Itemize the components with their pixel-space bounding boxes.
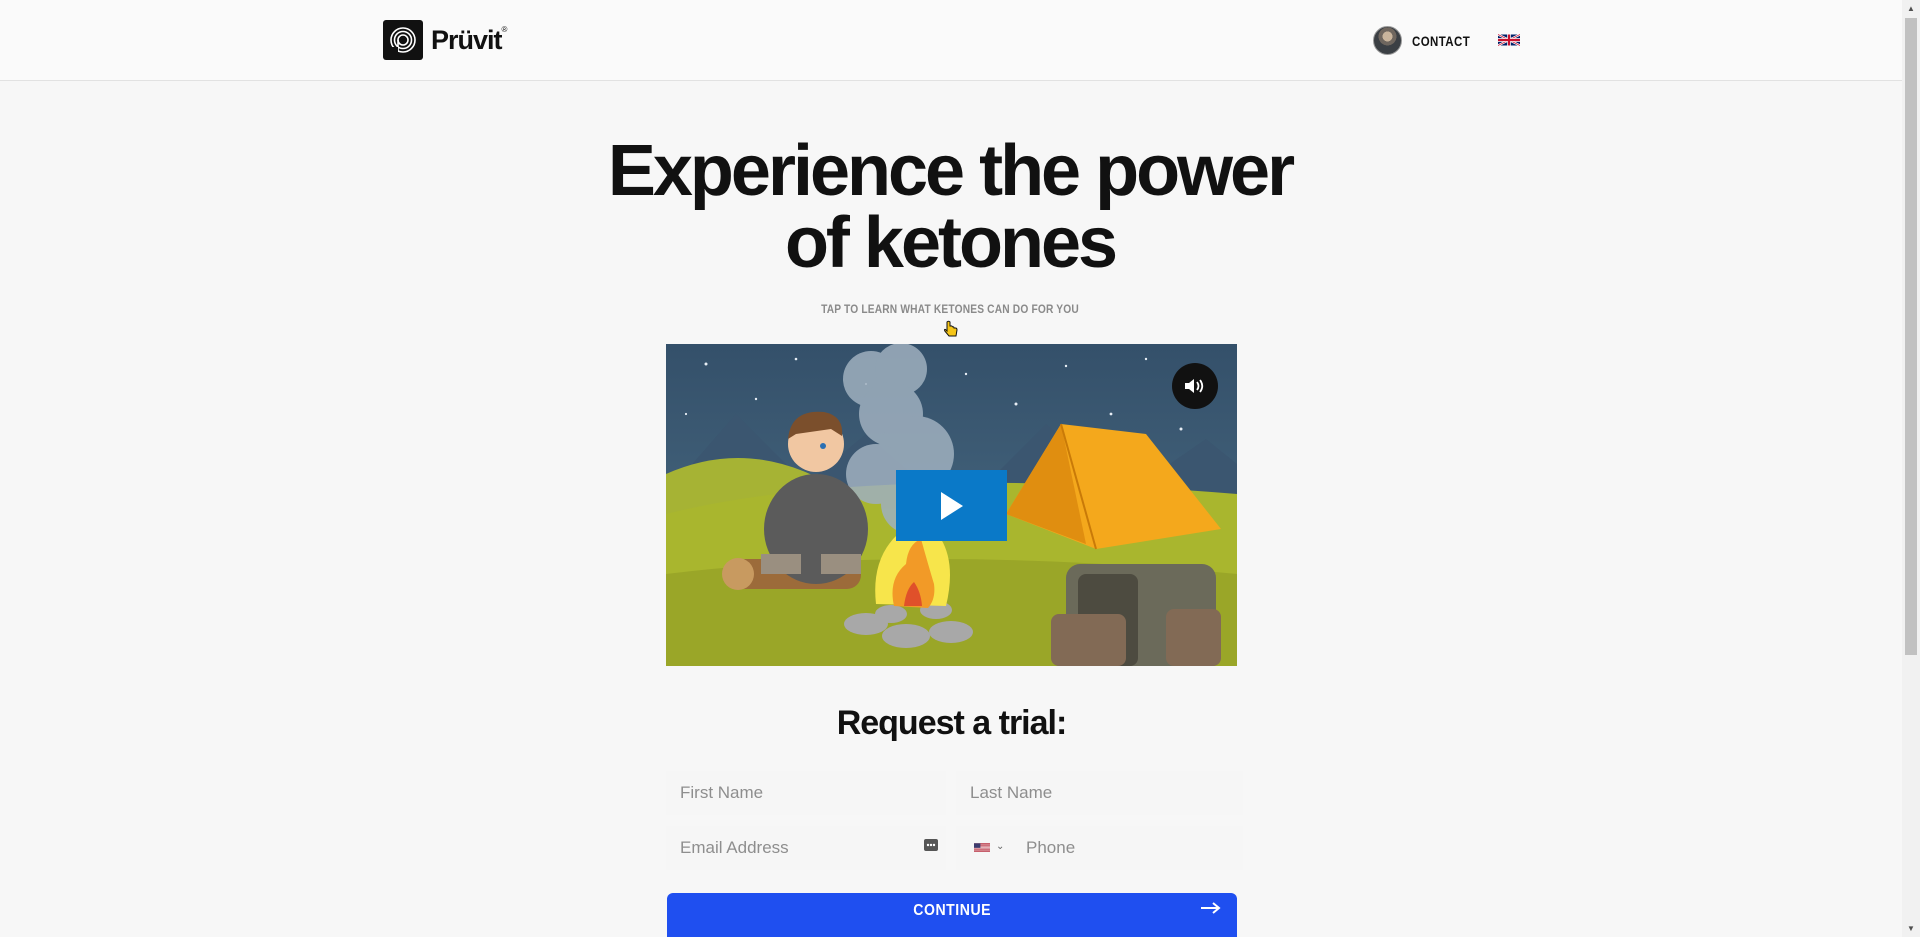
first-name-input[interactable] [666, 771, 946, 815]
phone-field: ⌄ [956, 826, 1243, 870]
speaker-icon [1185, 379, 1204, 393]
arrow-right-icon [1201, 902, 1221, 914]
continue-button[interactable]: CONTINUE [667, 893, 1237, 937]
video-player[interactable] [666, 344, 1237, 666]
scroll-down-arrow-icon[interactable]: ▼ [1902, 920, 1920, 937]
continue-label: CONTINUE [913, 902, 991, 919]
last-name-input[interactable] [956, 771, 1243, 815]
autofill-icon[interactable] [924, 839, 938, 851]
pointer-hand-icon [944, 320, 958, 337]
form-title: Request a trial: [836, 704, 1068, 742]
pruvit-logo-icon [383, 20, 423, 60]
play-icon [940, 491, 963, 520]
contact-avatar [1373, 26, 1402, 55]
email-input[interactable] [666, 826, 946, 870]
hero-title-line1: Experience the power [607, 131, 1295, 211]
hero-title: Experience the power of ketones [560, 135, 1340, 279]
scroll-up-arrow-icon[interactable]: ▲ [1902, 0, 1920, 17]
mute-button[interactable] [1172, 363, 1218, 409]
phone-input[interactable] [1012, 826, 1243, 870]
contact-link[interactable]: CONTACT [1373, 26, 1483, 55]
hero-subtitle: TAP TO LEARN WHAT KETONES CAN DO FOR YOU [821, 302, 1079, 316]
brand-name: Prüvit® [431, 24, 508, 56]
chevron-down-icon[interactable]: ⌄ [996, 841, 1004, 852]
scrollbar-thumb[interactable] [1905, 18, 1917, 655]
contact-label: CONTACT [1412, 32, 1471, 49]
hero-title-line2: of ketones [784, 203, 1118, 283]
brand-registered-mark: ® [501, 24, 508, 34]
us-flag-icon[interactable] [974, 842, 990, 853]
page: Prüvit® CONTACT Experience the power of … [0, 0, 1920, 937]
page-scrollbar[interactable]: ▲ ▼ [1902, 0, 1920, 937]
play-button[interactable] [896, 470, 1007, 541]
uk-flag-icon[interactable] [1498, 33, 1520, 47]
pruvit-logo[interactable]: Prüvit® [383, 20, 508, 60]
site-header: Prüvit® CONTACT [0, 0, 1902, 81]
brand-text: Prüvit [431, 24, 503, 55]
